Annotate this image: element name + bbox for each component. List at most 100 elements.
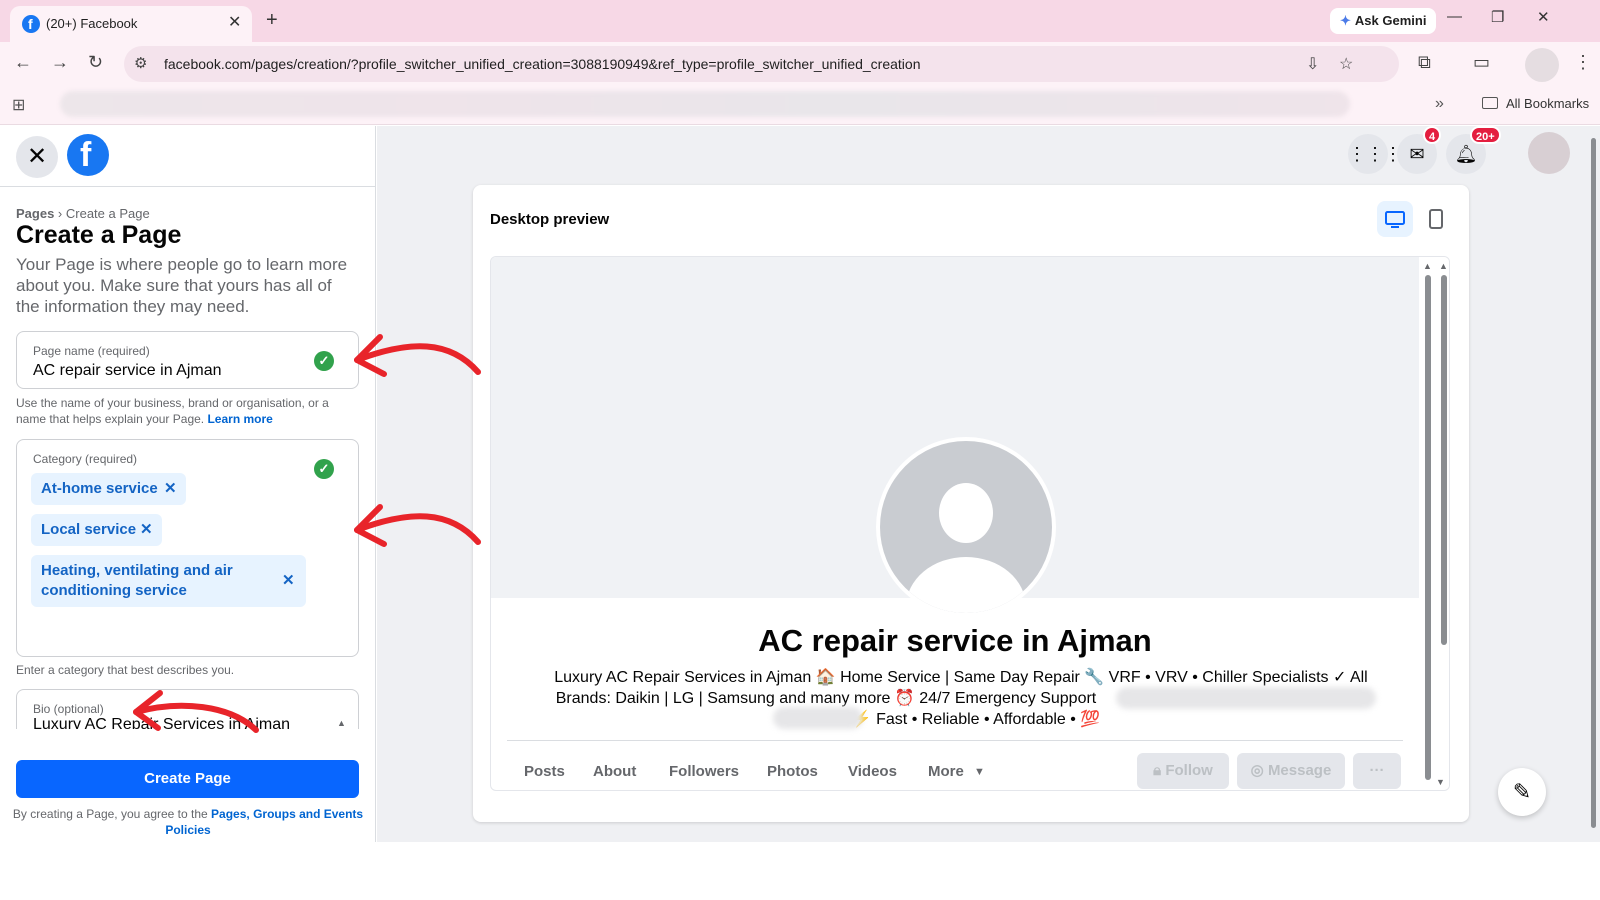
preview-tab: Posts: [524, 763, 565, 780]
notifications-badge: 20+: [1470, 126, 1501, 144]
blurred-text: [773, 707, 863, 729]
category-hint: Enter a category that best describes you…: [16, 663, 235, 677]
breadcrumb-pages-link[interactable]: Pages: [16, 206, 54, 221]
page-name-label: Page name (required): [33, 344, 150, 358]
breadcrumb-current: Create a Page: [65, 206, 150, 221]
minimize-button[interactable]: —: [1447, 8, 1462, 25]
message-label: Message: [1267, 762, 1332, 779]
preview-tab: Videos: [848, 763, 897, 780]
bio-value[interactable]: Luxury AC Repair Services in Ajman: [33, 716, 290, 729]
more-bookmarks-icon[interactable]: »: [1435, 95, 1444, 113]
dropdown-caret-icon: ▼: [974, 766, 985, 778]
breadcrumb: Pages › Create a Page: [16, 206, 150, 221]
browser-toolbar: ← → ↻ ⚙ facebook.com/pages/creation/?pro…: [0, 42, 1600, 87]
message-button: ◎ Message: [1237, 753, 1345, 789]
policy-text: By creating a Page, you agree to the Pag…: [8, 806, 368, 838]
tab-close-icon[interactable]: ✕: [228, 12, 241, 32]
category-chip-label: Local service: [41, 521, 137, 538]
bookmarks-bar: ⊞ » All Bookmarks: [0, 87, 1600, 125]
preview-tab: More: [928, 763, 964, 780]
breadcrumb-separator: ›: [54, 206, 66, 221]
forward-icon[interactable]: →: [51, 52, 69, 73]
back-icon[interactable]: ←: [14, 52, 32, 73]
preview-bio-line: Brands: Daikin | LG | Samsung and many m…: [555, 690, 1097, 707]
messenger-badge: 4: [1423, 126, 1442, 144]
new-tab-button[interactable]: +: [266, 9, 278, 32]
preview-page-name: AC repair service in Ajman: [758, 623, 1152, 658]
desktop-monitor-icon: [1385, 211, 1405, 228]
preview-area: ⋮⋮⋮ ✉ 4 🔔︎ 20+ Desktop preview AC repair…: [377, 126, 1600, 842]
page-name-hint-text: Use the name of your business, brand or …: [16, 396, 329, 426]
install-app-icon[interactable]: ⇩: [1306, 54, 1319, 74]
restore-button[interactable]: ❐: [1491, 8, 1504, 26]
account-avatar[interactable]: [1528, 132, 1570, 174]
mobile-phone-icon: [1429, 209, 1443, 229]
page-name-hint: Use the name of your business, brand or …: [16, 395, 356, 427]
create-page-button[interactable]: Create Page: [16, 760, 359, 798]
url-text: facebook.com/pages/creation/?profile_swi…: [164, 56, 921, 72]
reload-icon[interactable]: ↻: [88, 52, 103, 73]
messenger-icon: ◎: [1250, 762, 1268, 779]
preview-scrollbar[interactable]: [1441, 275, 1447, 645]
browser-menu-icon[interactable]: ⋮: [1574, 52, 1592, 73]
category-chip-label: At-home service: [41, 480, 158, 497]
desktop-view-toggle[interactable]: [1377, 201, 1413, 237]
more-options-button: ···: [1353, 753, 1401, 789]
bookmark-star-icon[interactable]: ☆: [1339, 54, 1353, 74]
scroll-down-icon[interactable]: ▼: [1436, 777, 1445, 787]
extensions-icon[interactable]: ⧉: [1418, 52, 1431, 73]
category-chip-label: Heating, ventilating and air conditionin…: [41, 562, 233, 599]
intro-text: Your Page is where people go to learn mo…: [16, 255, 348, 316]
scroll-up-icon[interactable]: ▲: [1439, 261, 1448, 271]
header-divider: [0, 186, 376, 187]
page-name-value[interactable]: AC repair service in Ajman: [33, 362, 222, 380]
close-icon[interactable]: ✕: [16, 136, 58, 178]
create-page-panel: ✕ f Pages › Create a Page Create a Page …: [0, 126, 376, 842]
mobile-view-toggle[interactable]: [1418, 201, 1454, 237]
page-name-field[interactable]: Page name (required) AC repair service i…: [16, 331, 359, 389]
remove-chip-icon[interactable]: ✕: [164, 473, 177, 505]
avatar-head-shape: [939, 483, 993, 543]
bio-field[interactable]: Bio (optional) Luxury AC Repair Services…: [16, 689, 359, 729]
tab-title: (20+) Facebook: [46, 16, 138, 31]
lock-icon: 🔒︎: [1153, 762, 1166, 779]
page-scrollbar[interactable]: [1591, 138, 1596, 828]
preview-title: Desktop preview: [490, 211, 610, 228]
browser-tab[interactable]: (20+) Facebook ✕: [10, 6, 252, 42]
facebook-favicon-icon: [22, 15, 40, 33]
compose-edit-icon[interactable]: ✎: [1498, 768, 1546, 816]
browser-tab-bar: (20+) Facebook ✕ + ✦Ask Gemini — ❐ ✕: [0, 0, 1600, 42]
check-icon: ✓: [314, 351, 334, 371]
preview-divider: [507, 740, 1403, 741]
window-close-button[interactable]: ✕: [1537, 8, 1550, 26]
scroll-up-icon[interactable]: ▲: [1423, 261, 1432, 271]
blurred-text: [1116, 687, 1376, 709]
policy-prefix: By creating a Page, you agree to the: [12, 807, 208, 821]
scroll-up-icon[interactable]: ▲: [337, 718, 346, 728]
apps-grid-icon[interactable]: ⊞: [12, 95, 25, 115]
blurred-bookmarks: [60, 91, 1350, 117]
address-bar[interactable]: ⚙ facebook.com/pages/creation/?profile_s…: [124, 46, 1399, 82]
preview-bio-line: ⚡ Fast • Reliable • Affordable • 💯: [851, 711, 1101, 728]
browser-profile-avatar[interactable]: [1525, 48, 1559, 82]
menu-grid-icon[interactable]: ⋮⋮⋮: [1348, 134, 1402, 174]
avatar-body-shape: [906, 557, 1026, 613]
profile-picture-placeholder: [876, 437, 1056, 617]
preview-scrollbar[interactable]: [1425, 275, 1431, 780]
category-field[interactable]: Category (required) ✓ At-home service ✕ …: [16, 439, 359, 657]
all-bookmarks-link[interactable]: All Bookmarks: [1506, 96, 1589, 111]
tab-search-icon[interactable]: ▭: [1473, 52, 1490, 73]
preview-tab: About: [593, 763, 637, 780]
follow-label: Follow: [1165, 762, 1213, 779]
bio-label: Bio (optional): [33, 702, 104, 716]
desktop-preview-card: Desktop preview AC repair service in Ajm…: [473, 185, 1469, 822]
category-chip: Heating, ventilating and air conditionin…: [31, 555, 306, 607]
remove-chip-icon[interactable]: ✕: [140, 514, 153, 546]
remove-chip-icon[interactable]: ✕: [282, 571, 295, 591]
ask-gemini-button[interactable]: ✦ Ask Gemini: [1330, 8, 1437, 34]
site-info-icon[interactable]: ⚙: [134, 54, 147, 72]
preview-bio-line: Luxury AC Repair Services in Ajman 🏠 Hom…: [554, 669, 1368, 686]
preview-tab: Followers: [669, 763, 740, 780]
facebook-logo-icon[interactable]: f: [67, 134, 109, 176]
learn-more-link[interactable]: Learn more: [207, 412, 272, 426]
